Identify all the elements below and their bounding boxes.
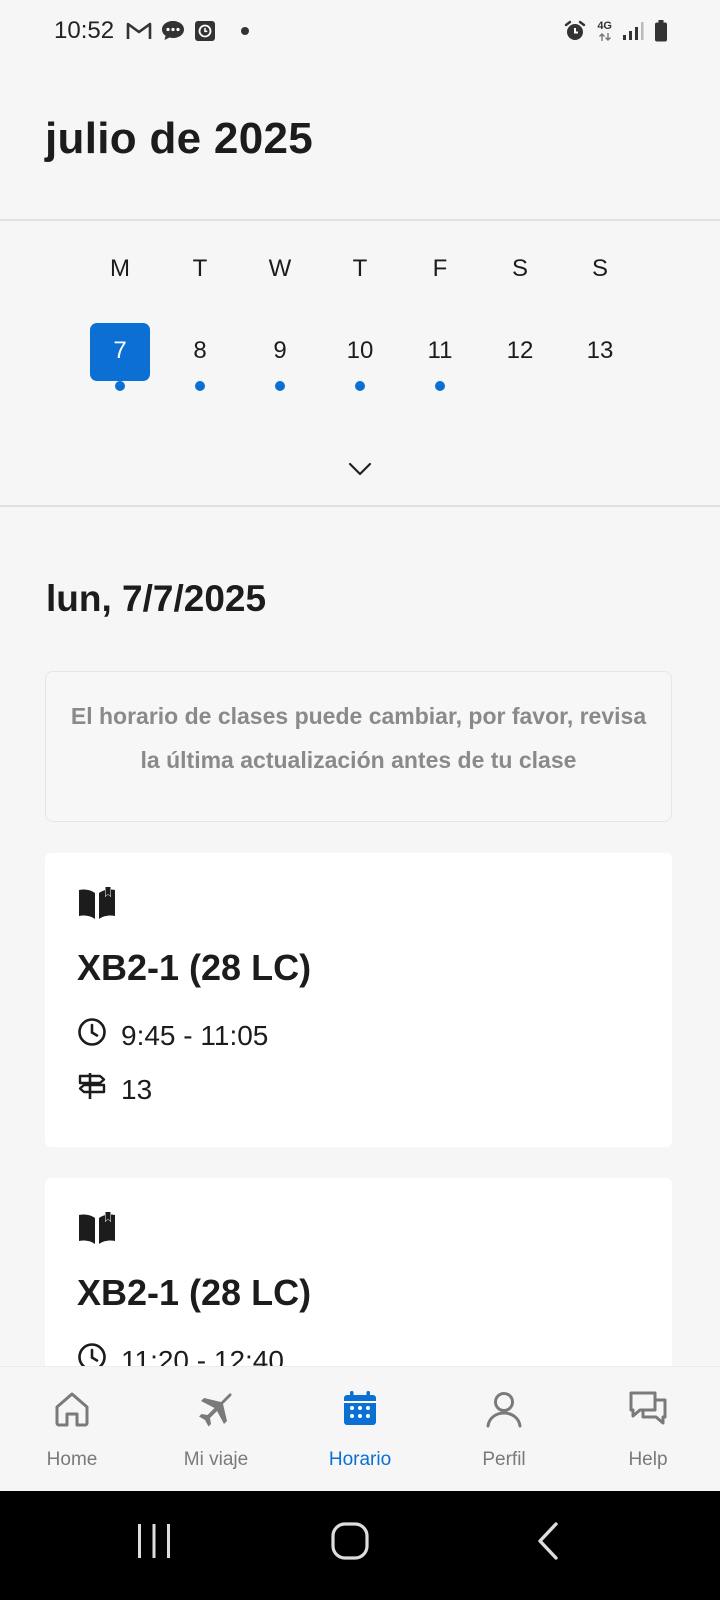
- selected-date-heading: lun, 7/7/2025: [46, 578, 267, 619]
- class-card[interactable]: XB2-1 (28 LC) 9:45 - 11:05 13: [45, 853, 672, 1147]
- clock-icon: [77, 1342, 107, 1366]
- day-button[interactable]: 12: [490, 323, 550, 381]
- nav-home[interactable]: Home: [0, 1367, 144, 1492]
- weekday-label: S: [591, 255, 608, 282]
- day-button[interactable]: 9: [250, 323, 310, 381]
- calendar-icon: [340, 1389, 380, 1434]
- nav-perfil-label: Perfil: [482, 1449, 526, 1470]
- home-icon: [52, 1389, 92, 1434]
- nav-help[interactable]: Help: [576, 1367, 720, 1492]
- weekday-label: F: [432, 255, 448, 282]
- weekday-label: M: [110, 255, 130, 282]
- nav-home-label: Home: [46, 1449, 98, 1470]
- weekday-label: T: [352, 255, 368, 282]
- nav-mi-viaje-label: Mi viaje: [183, 1449, 249, 1470]
- header-divider: [0, 219, 720, 221]
- event-indicator-dot: [435, 381, 445, 391]
- weekday-label: T: [192, 255, 208, 282]
- class-room: 13: [121, 1073, 153, 1105]
- signpost-icon: [77, 1071, 107, 1108]
- book-icon: [77, 886, 117, 925]
- month-title: julio de 2025: [45, 114, 314, 163]
- airplane-icon: [196, 1389, 236, 1434]
- back-icon[interactable]: [534, 1521, 562, 1566]
- weekday-label: W: [268, 255, 292, 282]
- class-time: 11:20 - 12:40: [121, 1344, 284, 1367]
- schedule-notice: El horario de clases puede cambiar, por …: [45, 671, 672, 822]
- recent-apps-icon[interactable]: [136, 1521, 172, 1566]
- class-title: XB2-1 (28 LC): [77, 947, 312, 988]
- class-time-row: 11:20 - 12:40: [77, 1342, 284, 1366]
- class-room-row: 13: [77, 1071, 152, 1108]
- nav-help-label: Help: [628, 1449, 668, 1470]
- event-indicator-dot: [115, 381, 125, 391]
- day-button[interactable]: 8: [170, 323, 230, 381]
- class-title: XB2-1 (28 LC): [77, 1272, 312, 1313]
- clock-icon: [77, 1017, 107, 1054]
- chat-bubbles-icon: [627, 1389, 669, 1434]
- event-indicator-dot: [275, 381, 285, 391]
- expand-calendar-chevron-icon[interactable]: [348, 462, 372, 481]
- bottom-navigation: Home Mi viaje Horario Perfil Help: [0, 1366, 720, 1491]
- nav-horario[interactable]: Horario: [288, 1367, 432, 1492]
- class-time: 9:45 - 11:05: [121, 1019, 269, 1051]
- book-icon: [77, 1211, 117, 1250]
- weekday-label: S: [511, 255, 528, 282]
- schedule-notice-text: El horario de clases puede cambiar, por …: [70, 703, 647, 773]
- day-button-selected[interactable]: 7: [90, 323, 150, 381]
- class-card[interactable]: XB2-1 (28 LC) 11:20 - 12:40: [45, 1178, 672, 1366]
- day-button[interactable]: 13: [570, 323, 630, 381]
- nav-horario-label: Horario: [328, 1449, 392, 1470]
- class-time-row: 9:45 - 11:05: [77, 1017, 268, 1054]
- day-button[interactable]: 11: [410, 323, 470, 381]
- schedule-scroll-area[interactable]: julio de 2025 M T W T F S S 7 8 9 10 11 …: [0, 0, 720, 1366]
- day-button[interactable]: 10: [330, 323, 390, 381]
- home-button-icon[interactable]: [330, 1521, 370, 1566]
- system-navigation-bar: [0, 1491, 720, 1600]
- event-indicator-dot: [355, 381, 365, 391]
- nav-mi-viaje[interactable]: Mi viaje: [144, 1367, 288, 1492]
- person-icon: [484, 1389, 524, 1434]
- event-indicator-dot: [195, 381, 205, 391]
- calendar-divider: [0, 505, 720, 507]
- nav-perfil[interactable]: Perfil: [432, 1367, 576, 1492]
